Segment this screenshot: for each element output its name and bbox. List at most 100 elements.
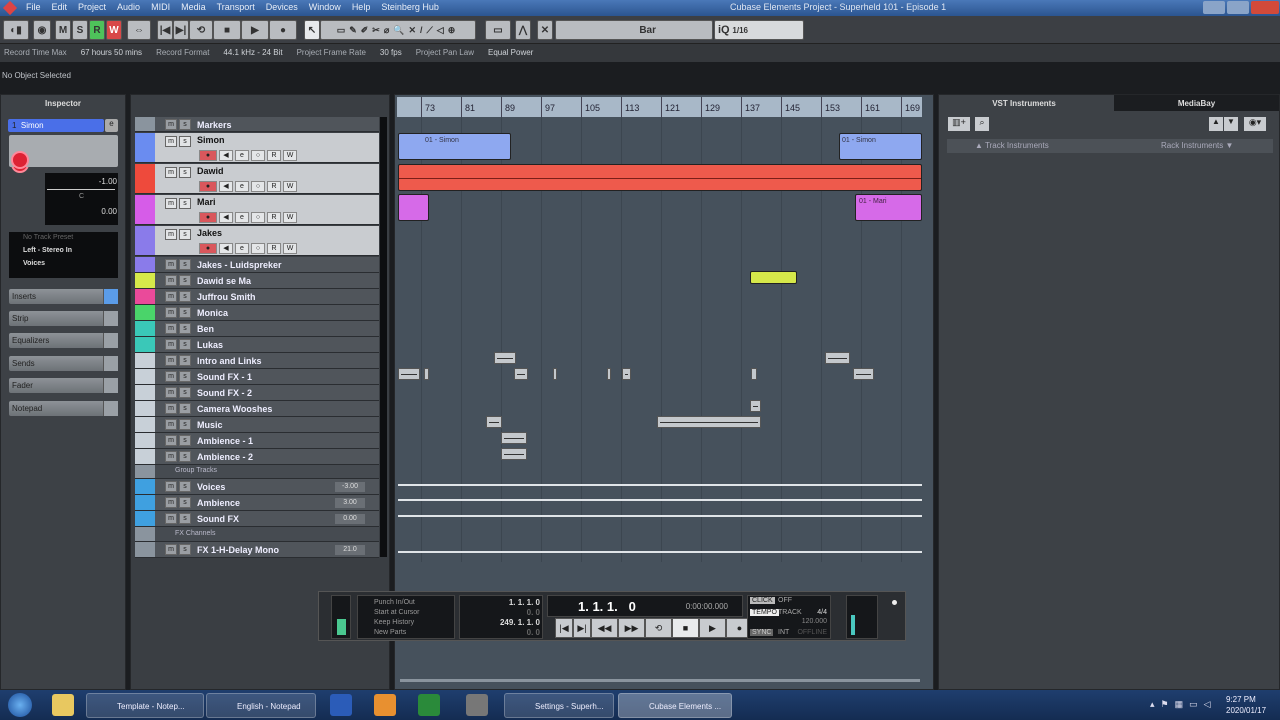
solo-button[interactable]: s (179, 291, 191, 302)
sends-section[interactable]: Sends (9, 356, 118, 371)
write-button[interactable]: W (283, 243, 297, 254)
mute-button[interactable]: m (165, 275, 177, 286)
audio-event-simon[interactable]: 01 - Simon (839, 133, 922, 160)
constrain-delay-button[interactable]: ◉ (33, 20, 51, 40)
pre-roll[interactable]: 0. 0 (460, 608, 540, 618)
tab-vst-instruments[interactable]: VST Instruments (939, 95, 1109, 111)
audio-track[interactable]: m s Juffrou Smith (135, 289, 379, 305)
taskbar-english-notepad[interactable]: English - Notepad (206, 693, 316, 718)
edit-button[interactable]: e (235, 181, 249, 192)
track-name[interactable]: Monica (197, 308, 228, 318)
track-name[interactable]: Intro and Links (197, 356, 262, 366)
track-name[interactable]: Camera Wooshes (197, 404, 272, 414)
solo-button[interactable]: s (179, 435, 191, 446)
tempo-value[interactable]: 120.000 (802, 618, 827, 625)
volume-slider[interactable] (47, 189, 115, 190)
freeze-button[interactable]: ○ (251, 150, 265, 161)
info-value[interactable]: 30 fps (380, 48, 402, 58)
mute-button[interactable]: m (165, 198, 177, 209)
solo-button[interactable]: s (179, 355, 191, 366)
menu-edit[interactable]: Edit (52, 2, 68, 12)
track-name[interactable]: Mari (197, 197, 216, 207)
mute-button[interactable]: m (165, 323, 177, 334)
write-automation-button[interactable]: W (106, 20, 122, 40)
fx-volume[interactable]: 21.0 (335, 545, 365, 555)
menu-transport[interactable]: Transport (217, 2, 255, 12)
solo-all-button[interactable]: S (72, 20, 88, 40)
punch-in-out[interactable]: Punch In/Out (374, 598, 454, 608)
write-button[interactable]: W (283, 150, 297, 161)
freeze-button[interactable]: ○ (251, 212, 265, 223)
mute-button[interactable]: m (165, 307, 177, 318)
audio-event-simon[interactable]: 01 - Simon (398, 133, 511, 160)
audio-track[interactable]: m s Intro and Links (135, 353, 379, 369)
track-instruments-toggle[interactable]: ▲ Track Instruments (975, 141, 1049, 150)
quantize-select[interactable]: iQ 1/16 (714, 20, 804, 40)
menu-audio[interactable]: Audio (117, 2, 140, 12)
mute-button[interactable]: m (165, 387, 177, 398)
fx-folder[interactable]: FX Channels (135, 527, 379, 542)
mute-button[interactable]: m (165, 513, 177, 524)
info-value[interactable]: 44.1 kHz - 24 Bit (223, 48, 282, 58)
audio-track[interactable]: m s Monica (135, 305, 379, 321)
taskbar-cubase[interactable]: Cubase Elements ... (618, 693, 732, 718)
read-automation-button[interactable]: R (89, 20, 105, 40)
cycle-button[interactable]: ⟲ (189, 20, 213, 40)
solo-button[interactable]: s (179, 497, 191, 508)
right-locator[interactable]: 249. 1. 1. 0 (460, 618, 540, 628)
read-button[interactable]: R (267, 181, 281, 192)
audio-event-mari[interactable] (398, 194, 429, 221)
group-track[interactable]: m s 3.00 Ambience (135, 495, 379, 511)
track-name[interactable]: Jakes - Luidspreker (197, 260, 282, 270)
mute-button[interactable]: m (165, 291, 177, 302)
track-name[interactable]: Sound FX (197, 514, 239, 524)
mute-button[interactable]: m (165, 497, 177, 508)
taskbar-template-notepad[interactable]: Template - Notep... (86, 693, 204, 718)
menu-media[interactable]: Media (181, 2, 206, 12)
track-name[interactable]: Jakes (197, 228, 222, 238)
inspector-toggle-button[interactable]: ◐▮ (3, 20, 29, 40)
audio-track[interactable]: m s Lukas (135, 337, 379, 353)
solo-button[interactable]: s (179, 451, 191, 462)
audio-event[interactable] (501, 448, 527, 460)
notepad-section[interactable]: Notepad (9, 401, 118, 416)
settings-button[interactable]: ◉▾ (1244, 117, 1266, 131)
audio-track[interactable]: m s ● ◀ e ○ R W Dawid (135, 164, 379, 194)
audio-event[interactable] (501, 432, 527, 444)
edit-button[interactable]: e (235, 212, 249, 223)
read-button[interactable]: R (267, 243, 281, 254)
audio-event[interactable] (825, 352, 850, 364)
volume-value[interactable]: -1.00 (99, 177, 117, 186)
go-to-end-button[interactable]: ▶| (573, 618, 591, 638)
info-value[interactable]: Equal Power (488, 48, 533, 58)
group-volume[interactable]: 0.00 (335, 514, 365, 524)
track-name[interactable]: Ambience - 1 (197, 436, 253, 446)
group-track[interactable]: m s 0.00 Sound FX (135, 511, 379, 527)
menu-window[interactable]: Window (309, 2, 341, 12)
write-button[interactable]: W (283, 181, 297, 192)
audio-track[interactable]: m s Sound FX - 1 (135, 369, 379, 385)
fader-section[interactable]: Fader (9, 378, 118, 393)
track-name[interactable]: Sound FX - 2 (197, 388, 252, 398)
audio-event-mari[interactable]: 01 - Mari (855, 194, 922, 221)
solo-button[interactable]: s (179, 167, 191, 178)
solo-button[interactable]: s (179, 229, 191, 240)
move-down-button[interactable]: ▼ (1224, 117, 1238, 131)
clock[interactable]: 9:27 PM 2020/01/17 (1226, 694, 1266, 716)
audio-event[interactable] (622, 368, 631, 380)
audio-event[interactable] (494, 352, 516, 364)
solo-button[interactable]: s (179, 259, 191, 270)
inserts-section[interactable]: Inserts (9, 289, 118, 304)
audio-event[interactable] (424, 368, 429, 380)
solo-button[interactable]: s (179, 419, 191, 430)
solo-button[interactable]: s (179, 513, 191, 524)
audio-track[interactable]: m s ● ◀ e ○ R W Jakes (135, 226, 379, 256)
record-enable-button[interactable]: ● (199, 150, 217, 161)
app-icon[interactable] (466, 694, 488, 716)
play-button[interactable]: ▶ (699, 618, 726, 638)
monitor-button[interactable]: ◀ (219, 212, 233, 223)
read-button[interactable]: R (267, 212, 281, 223)
system-tray-icons[interactable]: ▴⚑▦▭◁ (1150, 699, 1217, 710)
record-enable-button[interactable] (11, 151, 29, 169)
strip-section[interactable]: Strip (9, 311, 118, 326)
